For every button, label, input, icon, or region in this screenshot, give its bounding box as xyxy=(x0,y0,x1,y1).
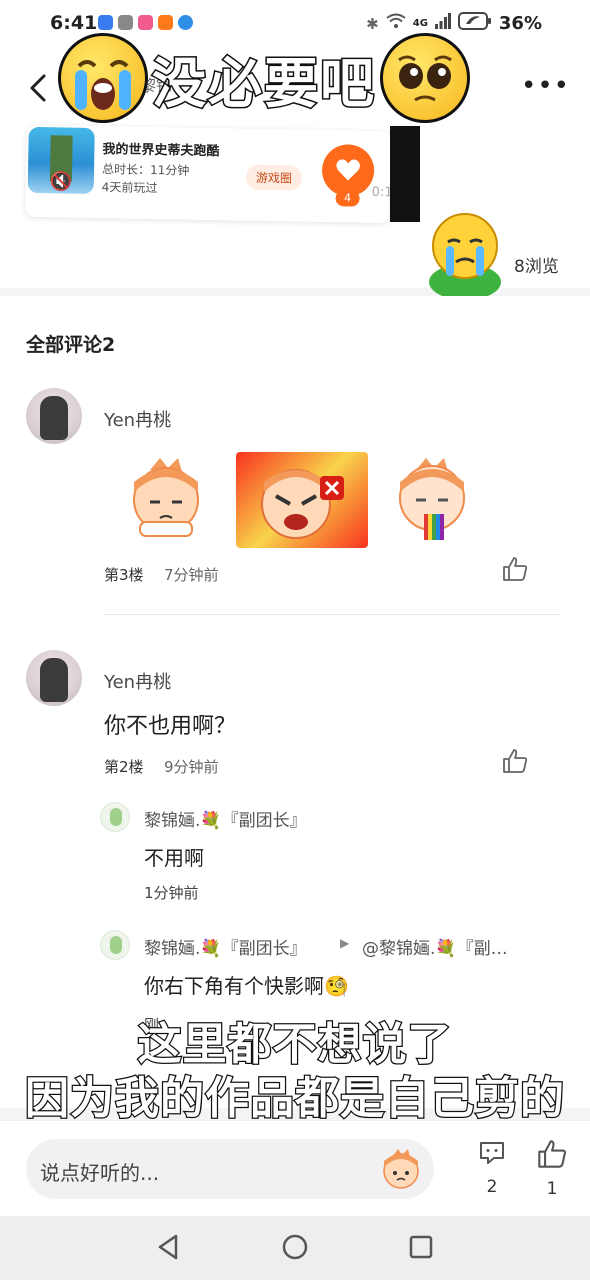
view-count: 8浏览 xyxy=(514,257,559,277)
comment-time: 7分钟前 xyxy=(164,566,219,584)
comment-username[interactable]: Yen冉桃 xyxy=(104,668,171,694)
nav-recents-icon[interactable] xyxy=(406,1232,436,1262)
like-action[interactable]: 1 xyxy=(532,1139,572,1199)
video-edge xyxy=(390,126,420,222)
game-title: 我的世界史蒂夫跑酷 xyxy=(102,142,220,160)
sticker-annoyed-icon xyxy=(133,458,199,537)
wechat-icon xyxy=(118,15,133,30)
thumbs-up-icon[interactable] xyxy=(502,556,528,582)
network-type: 4G xyxy=(412,18,428,29)
sticker-angry-icon xyxy=(236,452,368,548)
mute-icon[interactable]: 🔇 xyxy=(50,171,73,192)
overlay-title: 没必要吧 xyxy=(58,30,470,126)
comment-time: 9分钟前 xyxy=(164,758,219,776)
comment-bubble-icon xyxy=(480,1142,504,1164)
comment-username[interactable]: Yen冉桃 xyxy=(104,406,171,432)
comments-section: 全部评论2 Yen冉桃 第3楼 7分钟前 Yen冉桃 你不也用啊？ 第2楼 9分… xyxy=(0,296,590,1108)
app-grid-icon xyxy=(138,15,153,30)
reply-username[interactable]: 黎锦婳.💐『副团长』 xyxy=(144,934,307,959)
app-notification-icon xyxy=(98,15,113,30)
post-content: 🔇 我的世界史蒂夫跑酷 总时长：11分钟 4天前玩过 游戏圈 4 0:11 8浏… xyxy=(0,124,590,300)
status-app-icons xyxy=(98,15,193,30)
reply-text: 不用啊 xyxy=(144,846,204,870)
crying-green-sticker-icon xyxy=(429,213,501,300)
game-duration: 总时长：11分钟 xyxy=(101,162,190,178)
like-count: 1 xyxy=(546,1179,558,1199)
comment-text: 你不也用啊？ xyxy=(104,714,237,739)
comment-floor: 第3楼 xyxy=(104,566,144,584)
comment-count: 2 xyxy=(486,1177,498,1197)
reply-username[interactable]: 黎锦婳.💐『副团长』 xyxy=(144,806,307,831)
game-circle-button[interactable]: 游戏圈 xyxy=(245,164,303,191)
crying-face-emoji-icon xyxy=(58,33,148,123)
comment-input-bar: 说点好听的... 2 1 xyxy=(0,1120,590,1216)
thumbs-up-icon xyxy=(538,1140,567,1168)
thumbs-up-icon[interactable] xyxy=(502,748,528,774)
nav-back-icon[interactable] xyxy=(154,1232,184,1262)
comment-input-placeholder: 说点好听的... xyxy=(40,1161,160,1185)
sticker-picker-icon[interactable] xyxy=(378,1147,424,1191)
comments-title: 全部评论2 xyxy=(26,334,116,356)
game-card[interactable]: 🔇 我的世界史蒂夫跑酷 总时长：11分钟 4天前玩过 游戏圈 4 0:11 xyxy=(25,124,401,224)
reply-to-username[interactable]: @黎锦婳.💐『副… xyxy=(362,934,508,959)
reply-avatar[interactable] xyxy=(100,802,130,832)
video-app-icon xyxy=(158,15,173,30)
comment-input[interactable]: 说点好听的... xyxy=(26,1139,434,1199)
browser-icon xyxy=(178,15,193,30)
overlay-title-text: 没必要吧 xyxy=(151,50,376,116)
sticker-rainbow-vomit-icon xyxy=(399,458,465,540)
avatar[interactable] xyxy=(26,388,82,444)
more-options-icon[interactable]: ••• xyxy=(521,73,570,99)
avatar[interactable] xyxy=(26,650,82,706)
reply-avatar[interactable] xyxy=(100,930,130,960)
system-nav-bar xyxy=(0,1216,590,1280)
reply-time: 1分钟前 xyxy=(144,884,199,902)
comment-floor: 第2楼 xyxy=(104,758,144,776)
comment-action[interactable]: 2 xyxy=(472,1139,512,1197)
battery-percent: 36% xyxy=(498,13,542,34)
pleading-face-emoji-icon xyxy=(380,33,470,123)
nav-home-icon[interactable] xyxy=(280,1232,310,1262)
game-last-played: 4天前玩过 xyxy=(101,180,158,196)
heart-icon[interactable] xyxy=(321,143,375,197)
reply-text: 你右下角有个快影啊🧐 xyxy=(144,974,349,998)
game-thumbnail: 🔇 xyxy=(27,126,95,195)
reply-arrow-icon: ▶ xyxy=(340,936,350,950)
comment-divider xyxy=(104,614,560,615)
back-arrow-icon[interactable] xyxy=(24,70,52,106)
card-like-count: 4 xyxy=(335,190,360,207)
subtitle-line-2: 因为我的作品都是自己剪的 xyxy=(24,1072,566,1126)
